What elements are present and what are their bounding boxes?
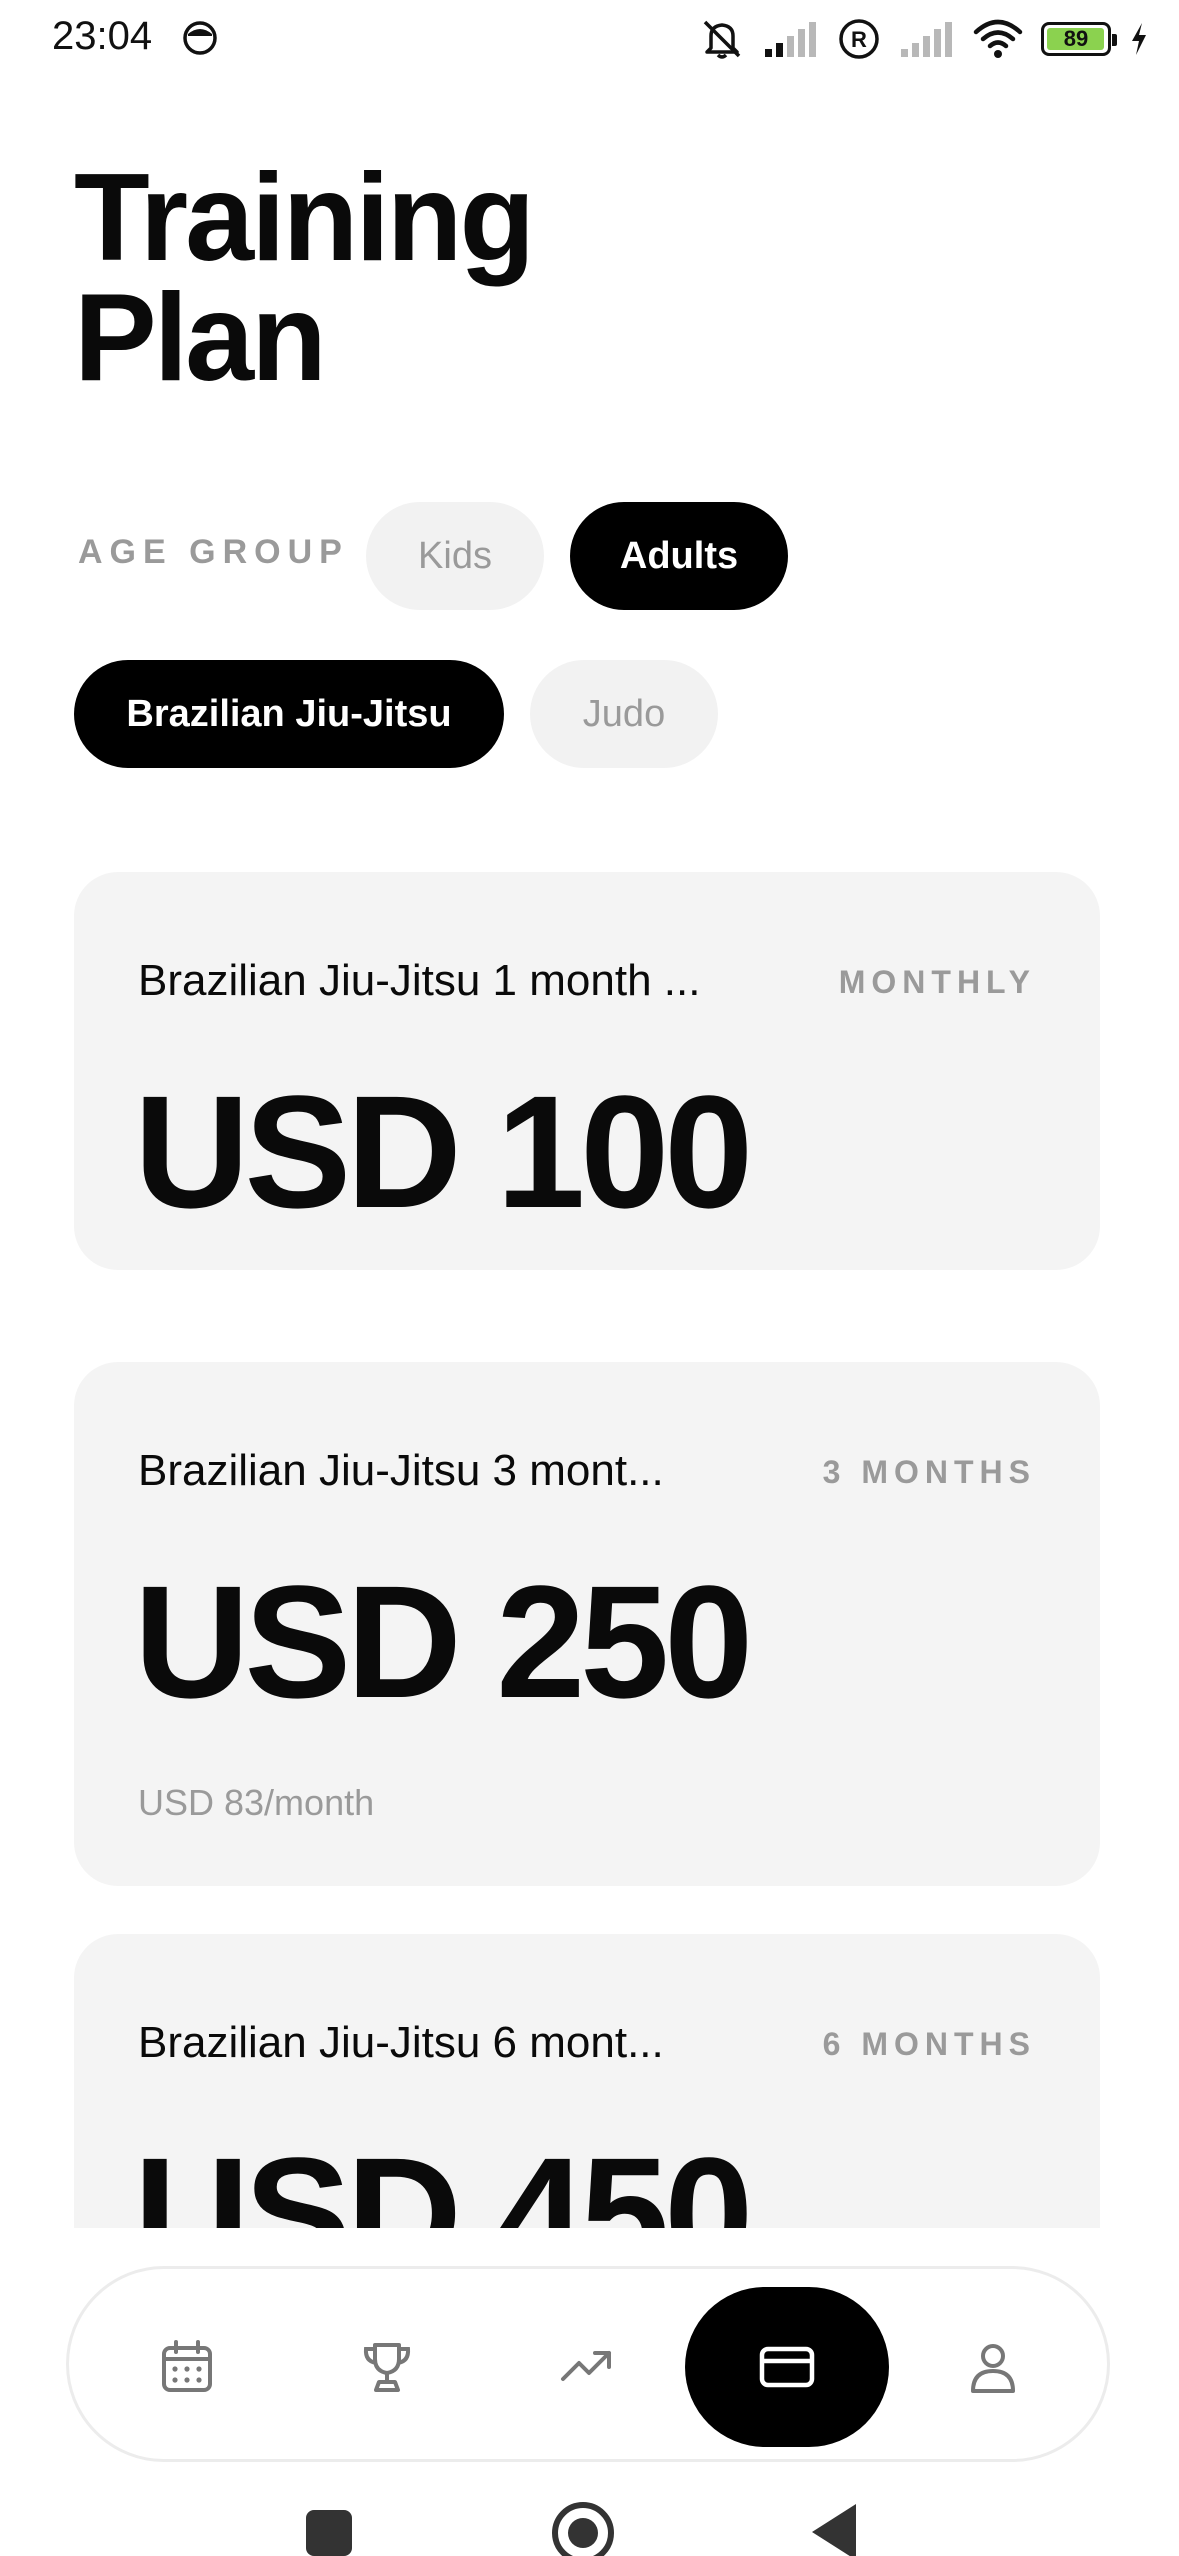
plan-period: 3 MONTHS <box>822 1454 1036 1490</box>
bottom-tab-bar <box>66 2266 1110 2462</box>
credit-card-icon <box>759 2346 815 2388</box>
plan-period: 6 MONTHS <box>822 2026 1036 2062</box>
tab-trophy[interactable] <box>323 2303 451 2431</box>
discipline-filter-bjj[interactable]: Brazilian Jiu-Jitsu <box>74 660 504 768</box>
battery-tip <box>1112 34 1117 46</box>
signal-icon <box>765 22 816 57</box>
plans-list[interactable]: Brazilian Jiu-Jitsu 1 month ... MONTHLY … <box>0 860 1179 2228</box>
wifi-icon <box>973 19 1023 58</box>
status-time: 23:04 <box>52 14 153 58</box>
plan-name: Brazilian Jiu-Jitsu 6 mont... <box>138 2018 664 2067</box>
charging-icon <box>1132 23 1146 55</box>
plan-card[interactable]: Brazilian Jiu-Jitsu 1 month ... MONTHLY … <box>74 872 1100 1270</box>
back-button[interactable] <box>812 2504 856 2556</box>
roaming-icon: R <box>839 19 879 59</box>
signal-icon <box>901 22 952 57</box>
discipline-filter-judo[interactable]: Judo <box>530 660 718 768</box>
battery-level: 89 <box>1063 26 1089 51</box>
age-group-label: AGE GROUP <box>78 533 349 571</box>
home-button[interactable] <box>552 2502 614 2556</box>
plan-price: USD 100 <box>134 1062 753 1241</box>
battery-icon: 89 <box>1041 22 1117 56</box>
page-title-line-1: Training <box>74 149 535 287</box>
plan-name: Brazilian Jiu-Jitsu 3 mont... <box>138 1446 664 1495</box>
tab-profile[interactable] <box>929 2303 1057 2431</box>
plan-card[interactable]: Brazilian Jiu-Jitsu 3 mont... 3 MONTHS U… <box>74 1362 1100 1886</box>
trending-up-icon <box>561 2351 611 2381</box>
tab-progress[interactable] <box>523 2303 651 2431</box>
profile-icon <box>971 2344 1015 2393</box>
system-navigation-bar <box>0 2480 1179 2556</box>
recents-button[interactable] <box>306 2510 352 2556</box>
age-filter-adults[interactable]: Adults <box>570 502 788 610</box>
calendar-icon <box>162 2340 212 2392</box>
page-title-line-2: Plan <box>74 269 327 407</box>
plan-name: Brazilian Jiu-Jitsu 1 month ... <box>138 956 701 1005</box>
age-filter-kids[interactable]: Kids <box>366 502 544 610</box>
status-icons: R 89 <box>699 14 1149 64</box>
plan-price: USD 450 <box>134 2124 753 2229</box>
page-title: Training Plan <box>74 149 535 407</box>
bell-muted-icon <box>703 20 741 59</box>
tab-plans[interactable] <box>685 2287 889 2447</box>
plan-price: USD 250 <box>134 1552 753 1731</box>
training-plan-screen: 23:04 R 89 Training Plan AGE GROUP Kids … <box>0 0 1179 2556</box>
status-bar: 23:04 R 89 <box>0 0 1179 80</box>
tab-calendar[interactable] <box>123 2303 251 2431</box>
trophy-icon <box>363 2343 411 2392</box>
plan-period: MONTHLY <box>838 964 1036 1000</box>
plan-per-month: USD 83/month <box>138 1782 375 1823</box>
face-notification-icon <box>183 21 217 55</box>
plan-card[interactable]: Brazilian Jiu-Jitsu 6 mont... 6 MONTHS U… <box>74 1934 1100 2228</box>
svg-text:R: R <box>851 27 867 52</box>
